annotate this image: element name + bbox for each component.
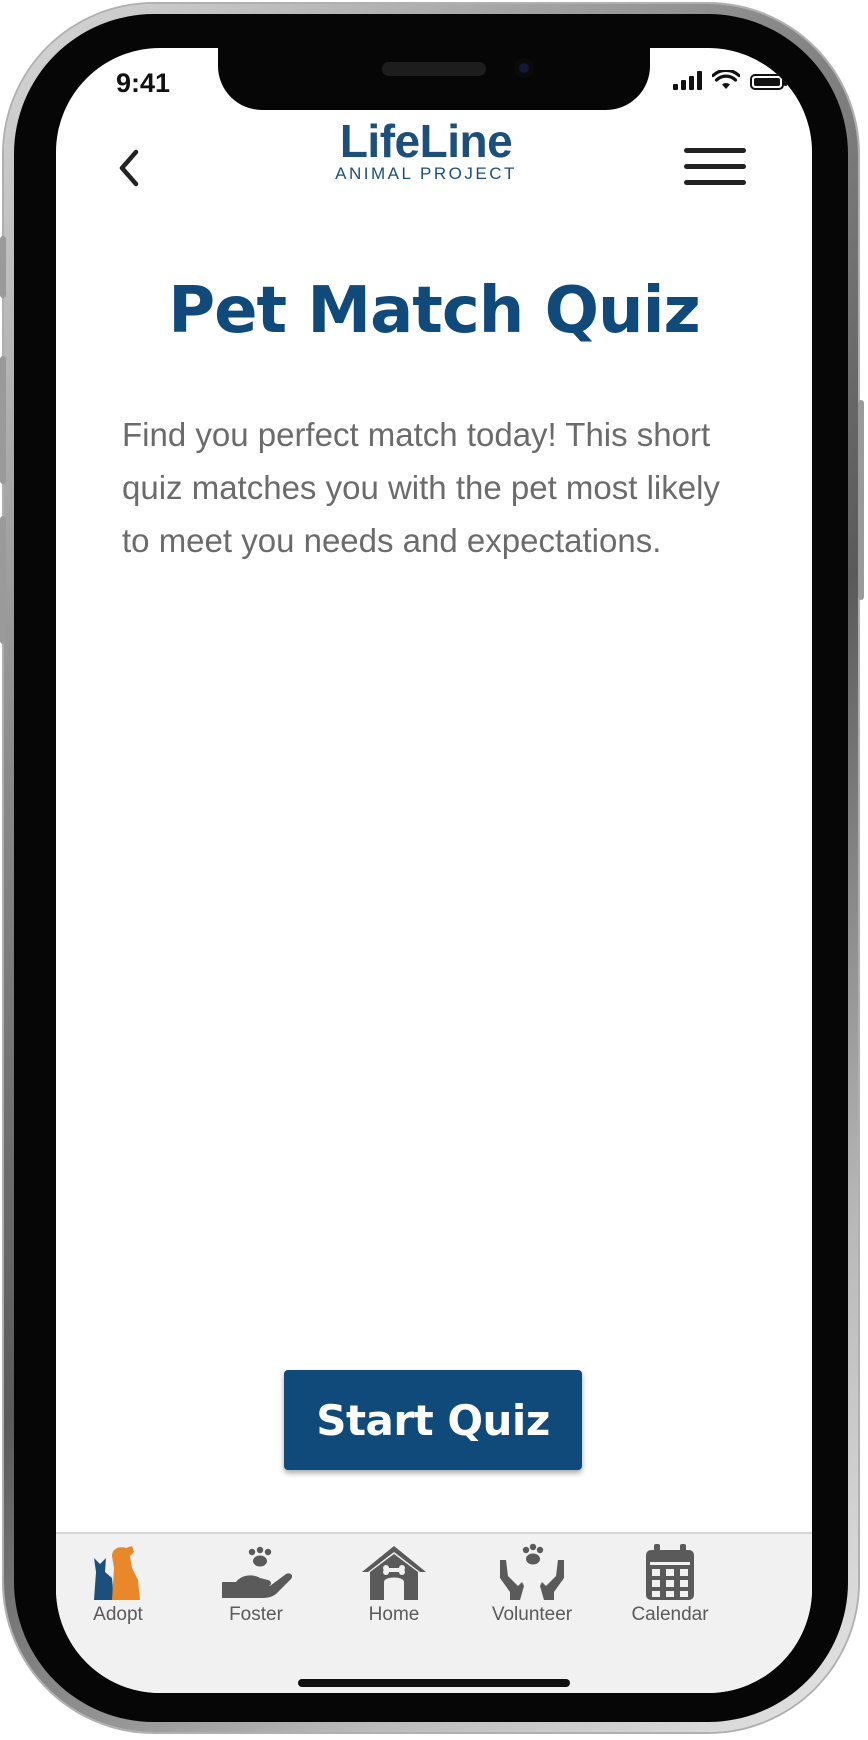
tab-foster[interactable]: Foster xyxy=(196,1542,316,1626)
mute-switch xyxy=(0,236,6,298)
tab-label: Foster xyxy=(229,1604,283,1625)
hand-paw-icon xyxy=(222,1546,293,1598)
tab-label: Adopt xyxy=(93,1604,143,1625)
hamburger-menu-icon[interactable] xyxy=(684,148,746,188)
tab-volunteer[interactable]: Volunteer xyxy=(472,1542,592,1626)
bottom-tab-bar: Adopt Foster Home Volunteer Calendar xyxy=(56,1532,812,1693)
status-icons xyxy=(673,70,787,90)
cellular-signal-icon xyxy=(673,70,702,90)
cat-dog-icon xyxy=(94,1546,140,1600)
logo-wordmark: LifeLine xyxy=(339,115,513,167)
calendar-icon xyxy=(646,1544,694,1600)
quiz-description: Find you perfect match today! This short… xyxy=(122,416,720,559)
start-quiz-button[interactable]: Start Quiz xyxy=(284,1370,582,1470)
volume-down-button xyxy=(0,516,6,644)
home-indicator[interactable] xyxy=(298,1679,570,1687)
notch xyxy=(218,48,650,110)
tab-adopt[interactable]: Adopt xyxy=(58,1542,178,1626)
logo-tagline: ANIMAL PROJECT xyxy=(335,164,517,183)
tab-calendar[interactable]: Calendar xyxy=(610,1542,730,1626)
lifeline-logo[interactable]: LifeLine ANIMAL PROJECT xyxy=(306,118,546,184)
tab-home[interactable]: Home xyxy=(334,1542,454,1626)
battery-icon xyxy=(750,74,787,90)
page-title: Pet Match Quiz xyxy=(168,274,701,348)
tab-label: Calendar xyxy=(631,1604,709,1625)
status-time: 9:41 xyxy=(116,68,171,98)
back-button[interactable] xyxy=(108,140,148,196)
wifi-icon xyxy=(712,70,740,89)
earpiece-speaker xyxy=(382,62,486,76)
doghouse-icon xyxy=(362,1546,426,1600)
volume-up-button xyxy=(0,356,6,484)
power-button xyxy=(858,400,864,600)
front-camera xyxy=(514,58,534,78)
phone-screen: 9:41 LifeLine ANIMAL PROJECT Pet Match Q… xyxy=(56,48,812,1693)
tab-label: Home xyxy=(368,1604,420,1625)
hands-paw-icon xyxy=(500,1543,564,1600)
chevron-left-icon xyxy=(119,149,139,187)
tab-label: Volunteer xyxy=(491,1604,573,1625)
